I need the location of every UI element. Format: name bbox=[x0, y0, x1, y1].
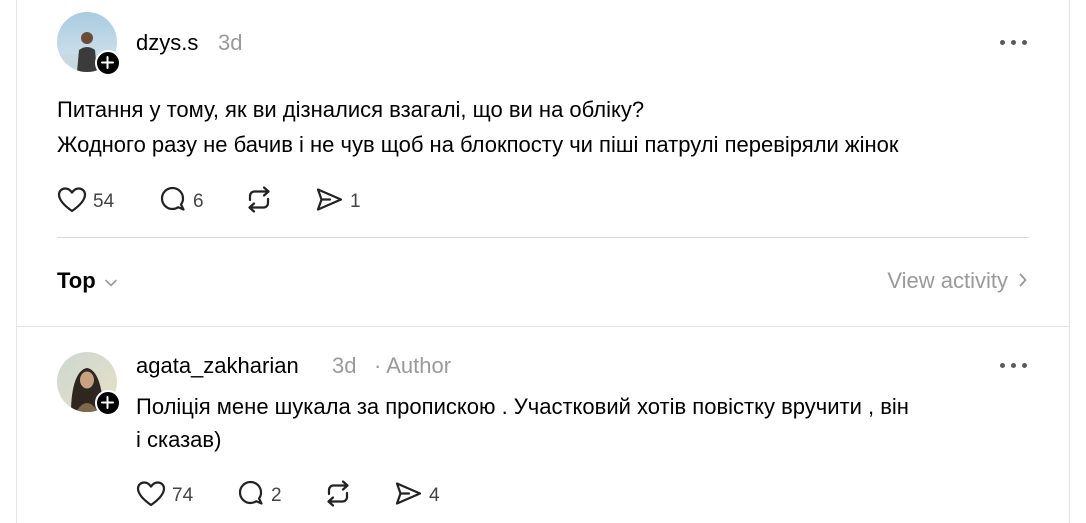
comment-icon bbox=[236, 479, 265, 513]
sort-dropdown[interactable]: Top bbox=[57, 268, 118, 294]
repost-icon bbox=[323, 479, 353, 513]
reply-like-count: 74 bbox=[172, 485, 194, 506]
reply-reply-count: 2 bbox=[271, 485, 282, 506]
post-like-count: 54 bbox=[93, 191, 115, 212]
reply-like-button[interactable]: 74 bbox=[136, 480, 194, 513]
reply-text-line-2: і сказав) bbox=[136, 427, 222, 452]
reply-reply-button[interactable]: 2 bbox=[236, 479, 282, 513]
comment-icon bbox=[158, 185, 187, 219]
repost-icon bbox=[244, 185, 274, 219]
section-divider bbox=[16, 326, 1070, 327]
reply-share-button[interactable]: 4 bbox=[394, 481, 440, 511]
reply-text-line-1: Поліція мене шукала за пропискою . Участ… bbox=[136, 394, 909, 419]
view-activity-label: View activity bbox=[887, 268, 1008, 293]
thread-view: dzys.s 3d Питання у тому, як ви дізналис… bbox=[0, 0, 1086, 523]
post-reply-count: 6 bbox=[193, 191, 204, 212]
column-border-left bbox=[16, 0, 17, 523]
reply-share-count: 4 bbox=[429, 485, 440, 506]
reply-username[interactable]: agata_zakharian bbox=[136, 353, 299, 379]
reply-repost-button[interactable] bbox=[323, 479, 353, 513]
post-timestamp[interactable]: 3d bbox=[218, 30, 242, 56]
post-text-line-1: Питання у тому, як ви дізналися взагалі,… bbox=[57, 97, 645, 122]
heart-icon bbox=[136, 480, 166, 513]
post-repost-button[interactable] bbox=[244, 185, 274, 219]
view-activity-link[interactable]: View activity bbox=[887, 268, 1028, 294]
follow-plus-icon[interactable] bbox=[95, 390, 121, 416]
post-reply-button[interactable]: 6 bbox=[158, 185, 204, 219]
heart-icon bbox=[57, 186, 87, 219]
post-text-line-2: Жодного разу не бачив і не чув щоб на бл… bbox=[57, 132, 899, 157]
column-border-right bbox=[1069, 0, 1070, 523]
send-icon bbox=[315, 185, 344, 219]
chevron-down-icon bbox=[104, 268, 118, 294]
post-like-button[interactable]: 54 bbox=[57, 186, 115, 219]
post-divider bbox=[57, 237, 1029, 238]
reply-more-icon[interactable] bbox=[1000, 361, 1030, 371]
follow-plus-icon[interactable] bbox=[95, 50, 121, 76]
post-username[interactable]: dzys.s bbox=[136, 30, 198, 56]
send-icon bbox=[394, 479, 423, 513]
post-share-button[interactable]: 1 bbox=[315, 187, 361, 217]
post-more-icon[interactable] bbox=[1000, 38, 1030, 48]
reply-timestamp[interactable]: 3d bbox=[332, 353, 356, 379]
reply-avatar[interactable] bbox=[57, 352, 121, 416]
chevron-right-icon bbox=[1018, 268, 1028, 294]
post-avatar[interactable] bbox=[57, 12, 121, 76]
author-badge: · Author bbox=[374, 353, 452, 378]
sort-label: Top bbox=[57, 268, 96, 293]
post-share-count: 1 bbox=[350, 191, 361, 212]
